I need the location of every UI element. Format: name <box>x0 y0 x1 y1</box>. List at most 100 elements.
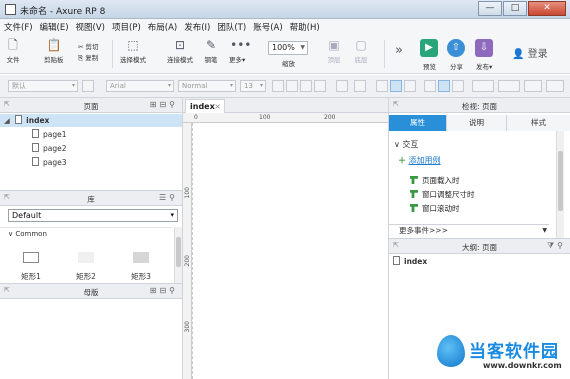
tab-label: index <box>190 102 215 111</box>
valign-middle-button[interactable] <box>438 80 450 92</box>
interactions-section[interactable]: ∨ 交互 <box>394 139 418 150</box>
minimize-button[interactable]: — <box>478 1 502 16</box>
close-icon[interactable]: × <box>214 100 221 113</box>
font-weight-select[interactable]: Normal <box>178 80 236 92</box>
add-folder-icon[interactable]: ⊟ <box>159 100 169 109</box>
search-icon[interactable]: ⚲ <box>557 241 566 250</box>
rect3-shape[interactable] <box>133 252 149 263</box>
event-page-load[interactable]: 页面载入时 <box>410 175 460 186</box>
add-master-icon[interactable]: ⊞ <box>150 286 160 295</box>
file-button[interactable]: 🗋 文件 <box>6 38 20 64</box>
valign-top-button[interactable] <box>424 80 436 92</box>
align-center-text-button[interactable] <box>390 80 402 92</box>
send-to-bottom-button[interactable]: ▢ 底层 <box>354 38 368 64</box>
bring-to-top-button[interactable]: ▣ 顶层 <box>327 38 341 64</box>
select-icon: ⬚ <box>127 38 139 52</box>
tab-notes[interactable]: 说明 <box>447 115 507 131</box>
connector-icon: ⊡ <box>174 38 186 52</box>
library-scrollbar[interactable] <box>174 227 182 284</box>
menu-view[interactable]: 视图(V) <box>76 21 105 33</box>
page-tree-item[interactable]: page1 <box>0 128 182 141</box>
font-size-select[interactable]: 13 <box>240 80 266 92</box>
tab-style[interactable]: 样式 <box>507 115 570 131</box>
underline-button[interactable] <box>314 80 326 92</box>
page-tree-item[interactable]: page3 <box>0 156 182 169</box>
font-color-button[interactable] <box>272 80 284 92</box>
tab-index[interactable]: index × <box>185 99 225 113</box>
cut-button[interactable]: ✂ 剪切 <box>78 41 99 51</box>
page-tree-item[interactable]: page2 <box>0 142 182 155</box>
preview-button[interactable]: ▶ <box>420 39 438 57</box>
italic-button[interactable] <box>300 80 312 92</box>
menu-team[interactable]: 团队(T) <box>217 21 246 33</box>
menu-edit[interactable]: 编辑(E) <box>40 21 69 33</box>
align-left-text-button[interactable] <box>376 80 388 92</box>
select-mode-button[interactable]: ⬚ 选择模式 <box>120 38 146 64</box>
library-group[interactable]: ∨ Common <box>8 230 47 238</box>
scroll-thumb[interactable] <box>176 237 181 267</box>
pen-button[interactable]: ✎ 钢笔 <box>204 38 218 64</box>
bottom-label: 底层 <box>354 56 368 64</box>
expand-toolbar-button[interactable]: » <box>392 44 406 58</box>
font-family-select[interactable]: Arial <box>106 80 174 92</box>
zoom-select[interactable]: 100% ▼ <box>268 41 308 55</box>
style-edit-button[interactable] <box>82 80 94 92</box>
search-icon[interactable]: ⚲ <box>169 100 178 109</box>
more-button[interactable]: ••• 更多▾ <box>229 38 251 64</box>
pen-icon: ✎ <box>205 38 217 52</box>
rect2-label: 矩形2 <box>76 272 96 281</box>
library-select[interactable]: Default <box>8 209 178 222</box>
page-tree-root[interactable]: ◢ index <box>0 114 182 127</box>
login-button[interactable]: 👤 登录 <box>512 45 548 60</box>
event-icon <box>410 190 418 198</box>
caret-down-icon[interactable]: ◢ <box>4 116 10 125</box>
menu-icon[interactable]: ☰ <box>159 193 169 202</box>
menu-publish[interactable]: 发布(I) <box>184 21 210 33</box>
maximize-button[interactable]: □ <box>503 1 527 16</box>
style-select[interactable]: 默认 <box>8 80 78 92</box>
menu-account[interactable]: 账号(A) <box>253 21 282 33</box>
scroll-thumb[interactable] <box>558 151 563 211</box>
interactions-title: 交互 <box>402 140 419 149</box>
border-style-button[interactable] <box>546 80 564 92</box>
event-window-resize[interactable]: 窗口调整尺寸时 <box>410 189 475 200</box>
outline-item[interactable]: index <box>389 255 570 268</box>
copy-button[interactable]: ⎘ 复制 <box>78 52 98 63</box>
valign-bottom-button[interactable] <box>452 80 464 92</box>
menu-arrange[interactable]: 布局(A) <box>148 21 177 33</box>
align-right-text-button[interactable] <box>404 80 416 92</box>
search-icon[interactable]: ⚲ <box>169 286 178 295</box>
more-events-select[interactable]: 更多事件>>> ▼ <box>389 224 549 236</box>
connect-mode-button[interactable]: ⊡ 连接模式 <box>167 38 193 64</box>
menu-file[interactable]: 文件(F) <box>4 21 33 33</box>
share-button[interactable]: ⇧ <box>447 39 465 57</box>
bullet-button[interactable] <box>336 80 348 92</box>
publish-button[interactable]: ⇩ <box>475 39 493 57</box>
rect3-label: 矩形3 <box>131 272 151 281</box>
event-window-scroll[interactable]: 窗口滚动时 <box>410 203 460 214</box>
rect1-shape[interactable] <box>23 252 39 263</box>
rect2-shape[interactable] <box>78 252 94 263</box>
filter-icon[interactable]: ⧩ <box>547 241 557 250</box>
inspector-scrollbar[interactable] <box>556 131 564 238</box>
clipboard-button[interactable]: 📋 剪贴板 <box>44 38 64 64</box>
menu-project[interactable]: 项目(P) <box>112 21 141 33</box>
fill-color-button[interactable] <box>472 80 494 92</box>
add-case-link[interactable]: ＋ 添加用例 <box>398 155 441 166</box>
search-icon[interactable]: ⚲ <box>169 193 178 202</box>
format-bar: 默认 Arial Normal 13 <box>0 75 570 98</box>
design-canvas[interactable] <box>192 123 388 379</box>
menu-help[interactable]: 帮助(H) <box>290 21 320 33</box>
close-button[interactable]: ✕ <box>528 1 566 16</box>
app-icon <box>5 4 16 15</box>
tab-properties[interactable]: 属性 <box>389 115 447 131</box>
border-width-button[interactable] <box>524 80 542 92</box>
cut-label: 剪切 <box>85 43 99 51</box>
horizontal-ruler: 0 100 200 <box>183 113 388 123</box>
align-left-button[interactable] <box>354 80 366 92</box>
add-page-icon[interactable]: ⊞ <box>150 100 160 109</box>
border-color-button[interactable] <box>498 80 520 92</box>
bold-button[interactable] <box>286 80 298 92</box>
add-folder-icon[interactable]: ⊟ <box>159 286 169 295</box>
vertical-ruler: 100 200 300 <box>183 123 192 379</box>
